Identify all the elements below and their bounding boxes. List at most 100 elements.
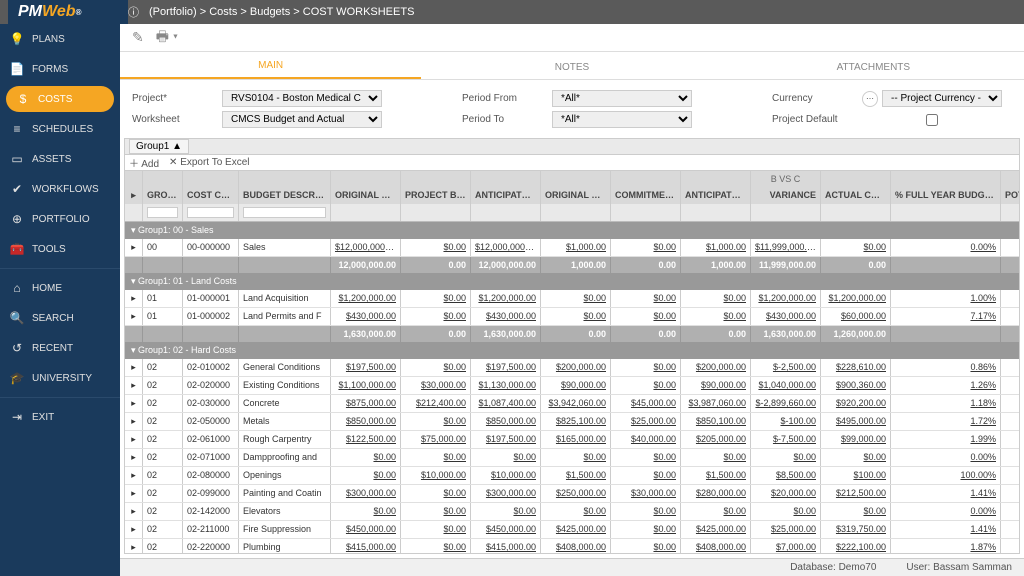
cell-val[interactable]: $415,000.00 bbox=[331, 539, 401, 554]
cell-val[interactable]: $415,000.00 bbox=[471, 539, 541, 554]
nav-assets[interactable]: ▭ASSETS bbox=[0, 144, 120, 174]
cell-val[interactable]: $850,000.00 bbox=[471, 413, 541, 430]
cell-val[interactable]: $205,000.00 bbox=[681, 431, 751, 448]
cell-pct[interactable]: 0.00% bbox=[891, 449, 1001, 466]
cell-pot[interactable]: $0.00 bbox=[1001, 413, 1020, 430]
cell-val[interactable]: $0.00 bbox=[611, 239, 681, 256]
cell-val[interactable]: $408,000.00 bbox=[541, 539, 611, 554]
cell-val[interactable]: $0.00 bbox=[471, 503, 541, 520]
row-expand[interactable]: ▸ bbox=[125, 377, 143, 394]
cell-val[interactable]: $0.00 bbox=[401, 308, 471, 325]
nav-exit[interactable]: ⇥EXIT bbox=[0, 402, 120, 432]
col-pct[interactable]: % FULL YEAR BUDGET VS. FULL bbox=[891, 187, 1001, 204]
tab-notes[interactable]: NOTES bbox=[421, 56, 722, 79]
cell-pct[interactable]: 7.17% bbox=[891, 308, 1001, 325]
group-header[interactable]: ▾ Group1: 01 - Land Costs bbox=[125, 273, 1019, 290]
cell-val[interactable]: $0.00 bbox=[611, 377, 681, 394]
cell-val[interactable]: $850,100.00 bbox=[681, 413, 751, 430]
cell-val[interactable]: $430,000.00 bbox=[751, 308, 821, 325]
cell-val[interactable]: $0.00 bbox=[541, 449, 611, 466]
table-row[interactable]: ▸0202-050000Metals$850,000.00$0.00$850,0… bbox=[125, 413, 1019, 431]
col-costcode[interactable]: COST CODE bbox=[183, 187, 239, 204]
cell-val[interactable]: $25,000.00 bbox=[751, 521, 821, 538]
edit-icon[interactable]: ✎ bbox=[132, 29, 144, 46]
cell-val[interactable]: $425,000.00 bbox=[541, 521, 611, 538]
cell-val[interactable]: $0.00 bbox=[681, 308, 751, 325]
cell-val[interactable]: $11,999,000.00 bbox=[751, 239, 821, 256]
cell-val[interactable]: $100.00 bbox=[821, 467, 891, 484]
table-row[interactable]: ▸0101-000002Land Permits and F$430,000.0… bbox=[125, 308, 1019, 326]
table-row[interactable]: ▸0202-220000Plumbing$415,000.00$0.00$415… bbox=[125, 539, 1019, 554]
table-row[interactable]: ▸0202-099000Painting and Coatin$300,000.… bbox=[125, 485, 1019, 503]
cell-val[interactable]: $197,500.00 bbox=[471, 359, 541, 376]
cell-val[interactable]: $0.00 bbox=[821, 503, 891, 520]
table-row[interactable]: ▸0000-000000Sales$12,000,000.00$0.00$12,… bbox=[125, 239, 1019, 257]
cell-val[interactable]: $0.00 bbox=[331, 467, 401, 484]
cell-val[interactable]: $0.00 bbox=[331, 503, 401, 520]
cell-val[interactable]: $0.00 bbox=[471, 449, 541, 466]
cell-val[interactable]: $3,942,060.00 bbox=[541, 395, 611, 412]
col-antc[interactable]: ANTICIPATED C bbox=[681, 187, 751, 204]
cell-val[interactable]: $3,987,060.00 bbox=[681, 395, 751, 412]
cell-val[interactable]: $228,610.00 bbox=[821, 359, 891, 376]
cell-val[interactable]: $1,500.00 bbox=[681, 467, 751, 484]
cell-val[interactable]: $0.00 bbox=[821, 449, 891, 466]
cell-val[interactable]: $425,000.00 bbox=[681, 521, 751, 538]
cell-pct[interactable]: 0.00% bbox=[891, 503, 1001, 520]
cell-val[interactable]: $450,000.00 bbox=[331, 521, 401, 538]
col-pot[interactable]: POTENTIAL EXPO bbox=[1001, 187, 1020, 204]
col-expand[interactable]: ▸ bbox=[125, 187, 143, 204]
cell-val[interactable]: $12,000,000.00 bbox=[471, 239, 541, 256]
group-header[interactable]: ▾ Group1: 02 - Hard Costs bbox=[125, 342, 1019, 359]
cell-val[interactable]: $0.00 bbox=[401, 539, 471, 554]
col-origcom[interactable]: ORIGINAL COMM bbox=[541, 187, 611, 204]
col-antb[interactable]: ANTICIPATED B bbox=[471, 187, 541, 204]
info-icon[interactable]: ⓘ bbox=[128, 4, 139, 20]
row-expand[interactable]: ▸ bbox=[125, 413, 143, 430]
cell-val[interactable]: $300,000.00 bbox=[471, 485, 541, 502]
periodfrom-select[interactable]: *All* bbox=[552, 90, 692, 107]
currency-select[interactable]: -- Project Currency -- bbox=[882, 90, 1002, 107]
project-select[interactable]: RVS0104 - Boston Medical Center bbox=[222, 90, 382, 107]
cell-val[interactable]: $165,000.00 bbox=[541, 431, 611, 448]
col-group1[interactable]: GROUP1 bbox=[143, 187, 183, 204]
row-expand[interactable]: ▸ bbox=[125, 431, 143, 448]
cell-pot[interactable]: $0.00 bbox=[1001, 377, 1020, 394]
cell-val[interactable]: $250,000.00 bbox=[541, 485, 611, 502]
nav-search[interactable]: 🔍SEARCH bbox=[0, 303, 120, 333]
table-row[interactable]: ▸0202-080000Openings$0.00$10,000.00$10,0… bbox=[125, 467, 1019, 485]
export-button[interactable]: ✕ Export To Excel bbox=[169, 157, 249, 168]
cell-val[interactable]: $0.00 bbox=[611, 521, 681, 538]
table-row[interactable]: ▸0202-071000Dampproofing and$0.00$0.00$0… bbox=[125, 449, 1019, 467]
cell-val[interactable]: $90,000.00 bbox=[541, 377, 611, 394]
cell-val[interactable]: $-7,500.00 bbox=[751, 431, 821, 448]
cell-val[interactable]: $408,000.00 bbox=[681, 539, 751, 554]
cell-val[interactable]: $280,000.00 bbox=[681, 485, 751, 502]
cell-val[interactable]: $0.00 bbox=[611, 449, 681, 466]
row-expand[interactable]: ▸ bbox=[125, 239, 143, 256]
nav-workflows[interactable]: ✔WORKFLOWS bbox=[0, 174, 120, 204]
cell-val[interactable]: $0.00 bbox=[401, 290, 471, 307]
nav-recent[interactable]: ↺RECENT bbox=[0, 333, 120, 363]
cell-val[interactable]: $920,200.00 bbox=[821, 395, 891, 412]
cell-val[interactable]: $0.00 bbox=[401, 521, 471, 538]
col-variance[interactable]: VARIANCE bbox=[751, 187, 821, 204]
row-expand[interactable]: ▸ bbox=[125, 395, 143, 412]
cell-val[interactable]: $200,000.00 bbox=[681, 359, 751, 376]
cell-val[interactable]: $-2,899,660.00 bbox=[751, 395, 821, 412]
row-expand[interactable]: ▸ bbox=[125, 485, 143, 502]
cell-pct[interactable]: 1.41% bbox=[891, 485, 1001, 502]
cell-val[interactable]: $-2,500.00 bbox=[751, 359, 821, 376]
add-button[interactable]: ＋ Add bbox=[129, 155, 159, 170]
cell-pot[interactable]: $0.00 bbox=[1001, 521, 1020, 538]
cell-pot[interactable]: $0.00 bbox=[1001, 539, 1020, 554]
cell-val[interactable]: $0.00 bbox=[681, 503, 751, 520]
cell-pct[interactable]: 1.26% bbox=[891, 377, 1001, 394]
cell-val[interactable]: $1,500.00 bbox=[541, 467, 611, 484]
filter-group1[interactable] bbox=[147, 207, 178, 218]
cell-val[interactable]: $1,200,000.00 bbox=[821, 290, 891, 307]
periodto-select[interactable]: *All* bbox=[552, 111, 692, 128]
cell-val[interactable]: $1,040,000.00 bbox=[751, 377, 821, 394]
cell-val[interactable]: $0.00 bbox=[541, 503, 611, 520]
cell-val[interactable]: $1,130,000.00 bbox=[471, 377, 541, 394]
